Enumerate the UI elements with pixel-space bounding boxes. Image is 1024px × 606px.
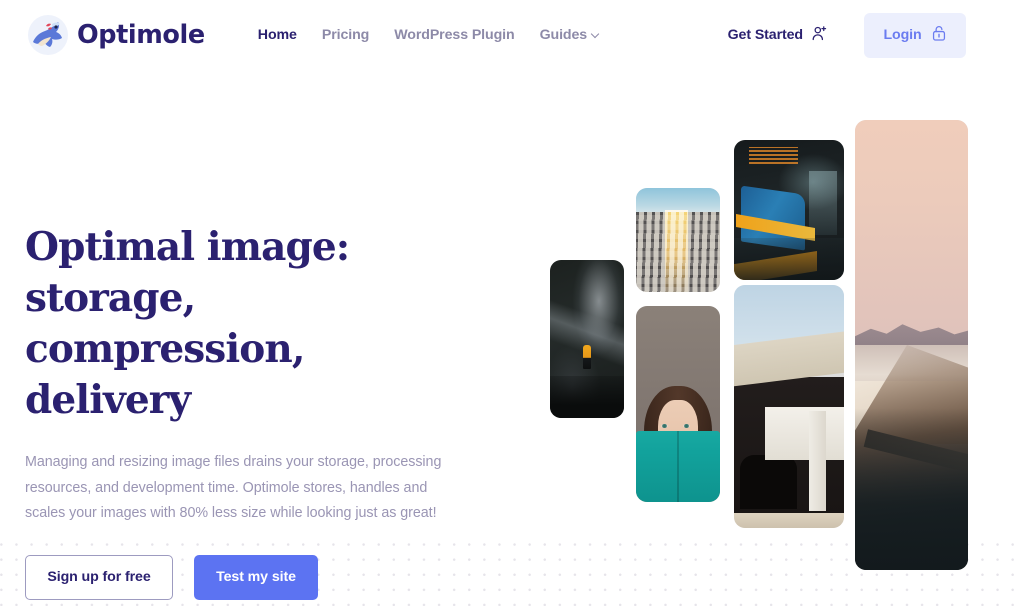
building-facade-sunlight-photo xyxy=(636,188,720,292)
padlock-open-icon xyxy=(931,24,947,46)
sign-up-for-free-button[interactable]: Sign up for free xyxy=(25,554,173,600)
login-label: Login xyxy=(883,27,922,43)
explorer-in-cave-photo xyxy=(550,260,624,418)
hero-subtitle: Managing and resizing image files drains… xyxy=(25,454,442,522)
nav-item-guides-label: Guides xyxy=(539,27,588,43)
site-header: Optimole Home Pricing WordPress Plugin G… xyxy=(0,0,1024,70)
coastal-cliff-sunset-photo xyxy=(855,120,968,570)
hero-section: Optimal image: storage, compression, del… xyxy=(25,222,495,600)
user-plus-icon xyxy=(811,25,828,46)
brand-logo-link[interactable]: Optimole xyxy=(26,13,205,57)
woman-reading-teal-book-photo xyxy=(636,306,720,502)
nav-item-pricing[interactable]: Pricing xyxy=(322,27,370,43)
get-started-link[interactable]: Get Started xyxy=(728,25,828,46)
brand-name: Optimole xyxy=(77,20,205,50)
hero-photo-collage xyxy=(540,110,1010,590)
main-nav: Home Pricing WordPress Plugin Guides xyxy=(258,27,600,43)
hero-title: Optimal image: storage, compression, del… xyxy=(25,224,350,424)
train-at-station-photo xyxy=(734,140,844,280)
modern-architecture-photo xyxy=(734,285,844,528)
nav-item-wordpress-plugin[interactable]: WordPress Plugin xyxy=(394,27,514,43)
nav-item-home[interactable]: Home xyxy=(258,27,297,43)
hero-cta-group: Sign up for free Test my site xyxy=(25,554,495,600)
header-actions: Get Started Login xyxy=(728,12,966,58)
mole-mascot-logo-icon xyxy=(26,13,70,57)
get-started-label: Get Started xyxy=(727,27,803,43)
nav-item-guides[interactable]: Guides xyxy=(540,27,601,43)
login-button[interactable]: Login xyxy=(864,12,966,58)
test-my-site-button[interactable]: Test my site xyxy=(194,554,318,600)
chevron-down-icon xyxy=(592,30,600,38)
